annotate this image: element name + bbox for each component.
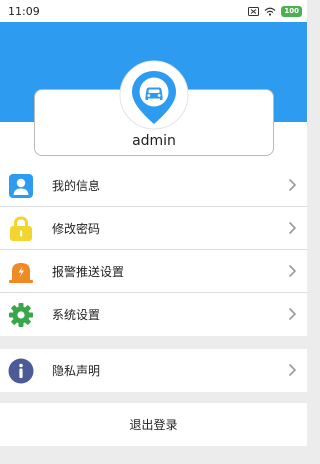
menu-item-label: 系统设置 (52, 308, 101, 322)
menu-item-privacy-statement[interactable]: 隐私声明 (0, 349, 307, 392)
user-icon (8, 173, 34, 199)
alarm-icon (8, 259, 34, 285)
lock-icon (8, 216, 34, 242)
chevron-right-icon (288, 307, 297, 321)
menu-item-label: 我的信息 (52, 178, 101, 193)
gear-icon (8, 302, 34, 328)
status-icons: 100 (248, 5, 302, 17)
menu-item-label: 报警推送设置 (52, 264, 125, 279)
username: admin (132, 133, 176, 149)
menu-item-my-info[interactable]: 我的信息 (0, 164, 307, 207)
menu-group-main: 我的信息 修改密码 报警推送设置 系统设置 (0, 164, 307, 336)
car-pin-avatar-icon[interactable] (119, 60, 189, 130)
menu-item-label: 隐私声明 (52, 364, 101, 378)
status-bar: 11:09 100 (0, 0, 307, 22)
menu-item-change-password[interactable]: 修改密码 (0, 207, 307, 250)
menu-item-alarm-push-settings[interactable]: 报警推送设置 (0, 250, 307, 293)
status-time: 11:09 (8, 4, 40, 18)
sim-icon (248, 6, 260, 16)
battery-icon: 100 (281, 5, 302, 17)
logout-button[interactable]: 退出登录 (0, 403, 307, 446)
chevron-right-icon (288, 178, 297, 192)
menu-item-system-settings[interactable]: 系统设置 (0, 293, 307, 336)
chevron-right-icon (288, 264, 297, 278)
wifi-icon (264, 7, 276, 16)
menu-group-privacy: 隐私声明 (0, 349, 307, 392)
info-icon (8, 358, 34, 384)
chevron-right-icon (288, 221, 297, 235)
chevron-right-icon (288, 363, 297, 377)
menu-item-label: 修改密码 (52, 221, 101, 236)
